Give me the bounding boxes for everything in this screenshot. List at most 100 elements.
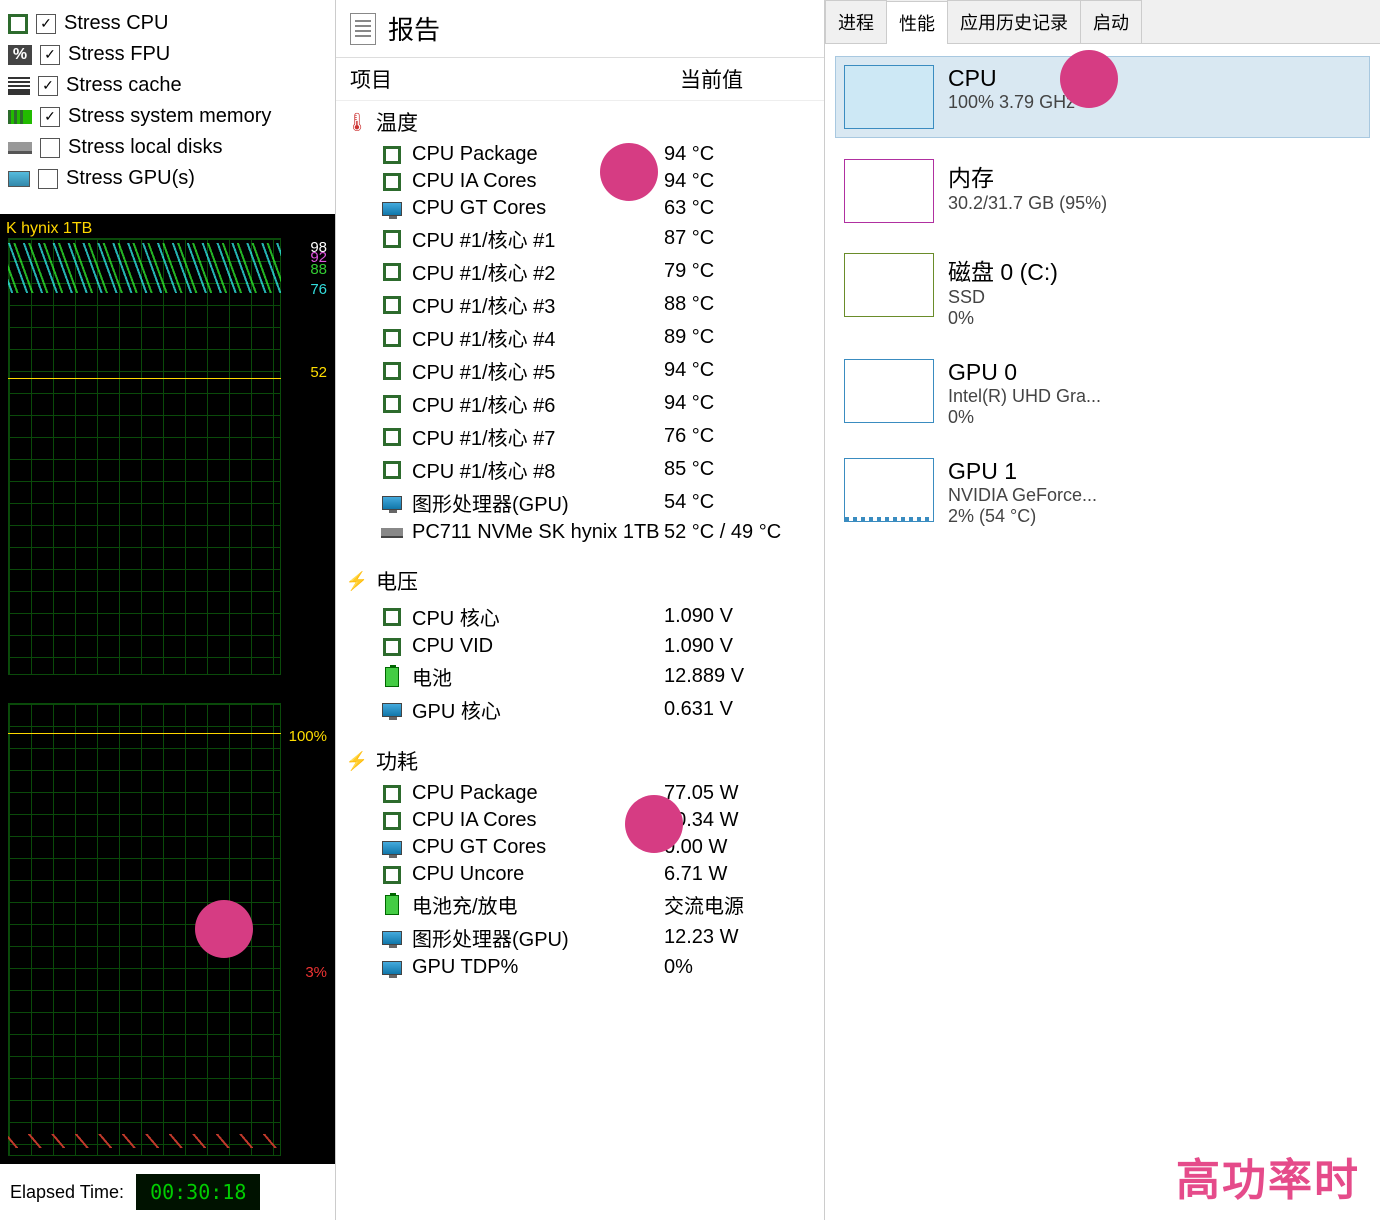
elapsed-time: Elapsed Time: 00:30:18 bbox=[0, 1164, 335, 1220]
report-row[interactable]: GPU 核心 0.631 V bbox=[336, 693, 824, 726]
row-icon bbox=[380, 145, 404, 165]
report-row[interactable]: CPU IA Cores 94 °C bbox=[336, 168, 824, 195]
row-value: 70.34 W bbox=[664, 809, 814, 832]
row-value: 1.090 V bbox=[664, 605, 814, 628]
graph-value-label: 88 bbox=[310, 260, 327, 280]
report-row[interactable]: CPU IA Cores 70.34 W bbox=[336, 807, 824, 834]
row-value: 94 °C bbox=[664, 392, 814, 415]
row-icon bbox=[380, 262, 404, 282]
row-name: 电池 bbox=[412, 662, 664, 691]
col-item: 项目 bbox=[350, 64, 680, 94]
report-row[interactable]: CPU #1/核心 #5 94 °C bbox=[336, 354, 824, 387]
tm-stat2: 0% bbox=[948, 308, 1361, 329]
checkbox[interactable] bbox=[38, 169, 58, 189]
group-header[interactable]: ⚡ 功耗 bbox=[336, 742, 824, 780]
report-row[interactable]: CPU #1/核心 #3 88 °C bbox=[336, 288, 824, 321]
row-icon bbox=[380, 928, 404, 948]
row-value: 0.631 V bbox=[664, 698, 814, 721]
checkbox[interactable] bbox=[40, 107, 60, 127]
report-row[interactable]: 电池充/放电 交流电源 bbox=[336, 888, 824, 921]
report-row[interactable]: CPU GT Cores 63 °C bbox=[336, 195, 824, 222]
report-row[interactable]: CPU 核心 1.090 V bbox=[336, 600, 824, 633]
row-icon bbox=[380, 700, 404, 720]
group-name: 功耗 bbox=[376, 746, 418, 776]
row-icon bbox=[380, 295, 404, 315]
row-value: 77.05 W bbox=[664, 782, 814, 805]
row-value: 6.71 W bbox=[664, 863, 814, 886]
stress-item-mem[interactable]: Stress system memory bbox=[8, 101, 327, 132]
row-icon bbox=[380, 838, 404, 858]
row-icon bbox=[380, 958, 404, 978]
report-row[interactable]: CPU Package 77.05 W bbox=[336, 780, 824, 807]
stress-item-disk[interactable]: Stress local disks bbox=[8, 132, 327, 163]
checkbox[interactable] bbox=[36, 14, 56, 34]
stress-item-gpu[interactable]: Stress GPU(s) bbox=[8, 163, 327, 194]
report-row[interactable]: 电池 12.889 V bbox=[336, 660, 824, 693]
graph-area: K hynix 1TB 9892887652 100%3% bbox=[0, 214, 335, 1164]
row-value: 88 °C bbox=[664, 293, 814, 316]
stress-item-fpu[interactable]: % Stress FPU bbox=[8, 39, 327, 70]
checkbox[interactable] bbox=[40, 138, 60, 158]
checkbox[interactable] bbox=[40, 45, 60, 65]
report-row[interactable]: 图形处理器(GPU) 54 °C bbox=[336, 486, 824, 519]
bolt-icon: ⚡ bbox=[346, 750, 368, 772]
tm-stat2: 2% (54 °C) bbox=[948, 506, 1361, 527]
row-icon bbox=[380, 493, 404, 513]
annotation-dot bbox=[1060, 50, 1118, 108]
row-name: CPU #1/核心 #2 bbox=[412, 257, 664, 286]
report-row[interactable]: CPU GT Cores 0.00 W bbox=[336, 834, 824, 861]
annotation-dot bbox=[625, 795, 683, 853]
row-name: CPU GT Cores bbox=[412, 836, 664, 859]
tab-1[interactable]: 性能 bbox=[886, 1, 948, 44]
tm-item-disk[interactable]: 磁盘 0 (C:) SSD0% bbox=[835, 244, 1370, 338]
tab-3[interactable]: 启动 bbox=[1080, 0, 1142, 43]
stress-panel: Stress CPU% Stress FPU Stress cache Stre… bbox=[0, 0, 335, 1220]
stress-item-cpu[interactable]: Stress CPU bbox=[8, 8, 327, 39]
row-value: 79 °C bbox=[664, 260, 814, 283]
graph-value-label: 52 bbox=[310, 363, 327, 383]
row-value: 0% bbox=[664, 956, 814, 979]
report-row[interactable]: CPU VID 1.090 V bbox=[336, 633, 824, 660]
report-row[interactable]: CPU #1/核心 #4 89 °C bbox=[336, 321, 824, 354]
document-icon bbox=[350, 13, 376, 45]
tab-2[interactable]: 应用历史记录 bbox=[947, 0, 1081, 43]
report-row[interactable]: CPU Package 94 °C bbox=[336, 141, 824, 168]
row-name: CPU #1/核心 #7 bbox=[412, 422, 664, 451]
tm-stat: 30.2/31.7 GB (95%) bbox=[948, 193, 1361, 214]
report-row[interactable]: CPU #1/核心 #8 85 °C bbox=[336, 453, 824, 486]
report-row[interactable]: CPU #1/核心 #2 79 °C bbox=[336, 255, 824, 288]
report-row[interactable]: CPU #1/核心 #7 76 °C bbox=[336, 420, 824, 453]
row-value: 12.889 V bbox=[664, 665, 814, 688]
row-value: 89 °C bbox=[664, 326, 814, 349]
tab-0[interactable]: 进程 bbox=[825, 0, 887, 43]
group-header[interactable]: ⚡电压 bbox=[336, 562, 824, 600]
annotation-dot bbox=[600, 143, 658, 201]
report-row[interactable]: 图形处理器(GPU) 12.23 W bbox=[336, 921, 824, 954]
tm-item-mem[interactable]: 内存 30.2/31.7 GB (95%) bbox=[835, 150, 1370, 232]
tm-item-gpu1[interactable]: GPU 1 NVIDIA GeForce...2% (54 °C) bbox=[835, 449, 1370, 536]
report-row[interactable]: PC711 NVMe SK hynix 1TB 52 °C / 49 °C bbox=[336, 519, 824, 546]
row-value: 94 °C bbox=[664, 359, 814, 382]
graph-value-label: 100% bbox=[289, 727, 327, 747]
checkbox[interactable] bbox=[38, 76, 58, 96]
elapsed-label: Elapsed Time: bbox=[10, 1182, 124, 1203]
report-row[interactable]: CPU #1/核心 #1 87 °C bbox=[336, 222, 824, 255]
col-value: 当前值 bbox=[680, 64, 743, 94]
tm-tabs: 进程性能应用历史记录启动 bbox=[825, 0, 1380, 44]
row-name: 电池充/放电 bbox=[412, 890, 664, 919]
group-header[interactable]: 🌡温度 bbox=[336, 103, 824, 141]
thumb-icon bbox=[844, 159, 934, 223]
tm-name: CPU bbox=[948, 65, 1361, 92]
report-row[interactable]: CPU #1/核心 #6 94 °C bbox=[336, 387, 824, 420]
row-icon bbox=[380, 607, 404, 627]
thumb-icon bbox=[844, 359, 934, 423]
row-value: 1.090 V bbox=[664, 635, 814, 658]
stress-item-cache[interactable]: Stress cache bbox=[8, 70, 327, 101]
row-value: 76 °C bbox=[664, 425, 814, 448]
row-name: CPU #1/核心 #3 bbox=[412, 290, 664, 319]
report-row[interactable]: CPU Uncore 6.71 W bbox=[336, 861, 824, 888]
report-row[interactable]: GPU TDP% 0% bbox=[336, 954, 824, 981]
tm-item-gpu0[interactable]: GPU 0 Intel(R) UHD Gra...0% bbox=[835, 350, 1370, 437]
row-icon bbox=[380, 865, 404, 885]
row-value: 94 °C bbox=[664, 143, 814, 166]
